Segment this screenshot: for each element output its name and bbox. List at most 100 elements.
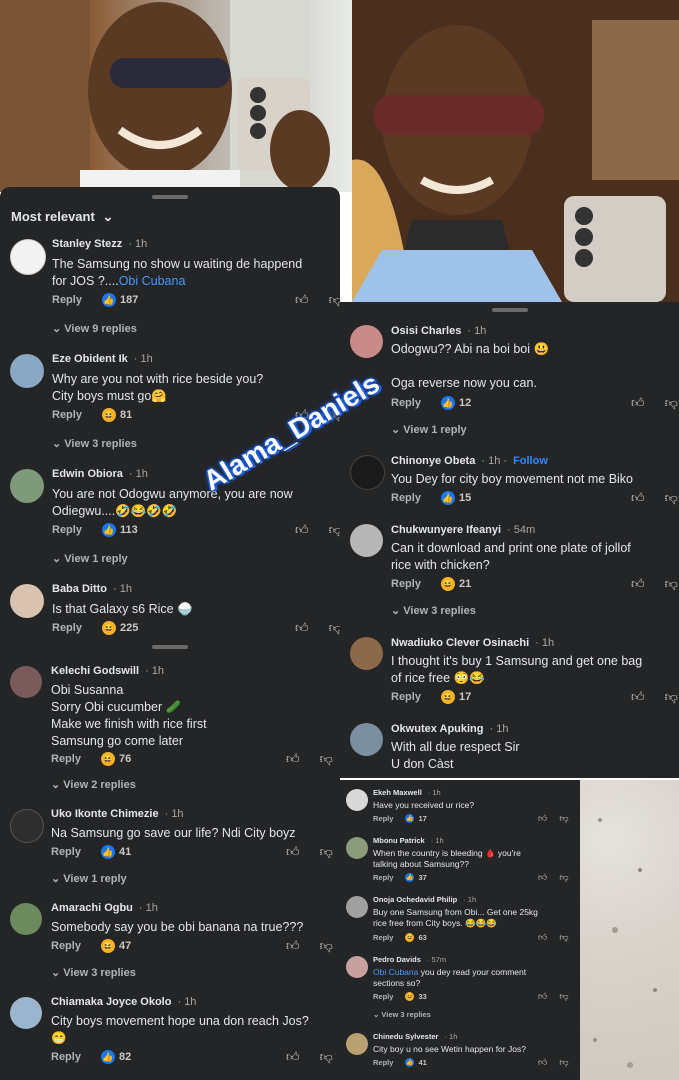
thumbs-down-icon[interactable]: 👎︎ (559, 991, 568, 1002)
reply-button[interactable]: Reply (51, 846, 81, 858)
thumbs-down-icon[interactable]: 👎︎ (320, 751, 333, 767)
avatar[interactable] (10, 666, 42, 698)
view-replies-link[interactable]: ⌄ View 3 replies (51, 966, 136, 979)
avatar[interactable] (10, 354, 44, 388)
thumbs-up-icon[interactable]: 👍︎ (538, 813, 547, 824)
thumbs-down-icon[interactable]: 👎︎ (665, 576, 678, 592)
thumbs-down-icon[interactable]: 👎︎ (665, 395, 678, 411)
thumbs-down-icon[interactable]: 👎︎ (329, 292, 340, 308)
thumbs-down-icon[interactable]: 👎︎ (559, 1057, 568, 1068)
comment-author[interactable]: Osisi Charles · 1h (391, 325, 486, 337)
avatar[interactable] (346, 896, 368, 918)
avatar[interactable] (10, 584, 44, 618)
comment-author[interactable]: Chinonye Obeta · 1h · Follow (391, 455, 548, 467)
thumbs-down-icon[interactable]: 👎︎ (665, 689, 678, 705)
reply-button[interactable]: Reply (373, 873, 393, 882)
avatar[interactable] (10, 997, 42, 1029)
reply-button[interactable]: Reply (391, 578, 421, 590)
reply-button[interactable]: Reply (52, 524, 82, 536)
thumbs-up-icon[interactable]: 👍︎ (295, 620, 309, 636)
avatar[interactable] (346, 956, 368, 978)
thumbs-up-icon[interactable]: 👍︎ (538, 932, 547, 943)
reply-button[interactable]: Reply (52, 294, 82, 306)
avatar[interactable] (10, 469, 44, 503)
comment-author[interactable]: Uko Ikonte Chimezie · 1h (51, 808, 184, 820)
drag-handle[interactable] (491, 308, 528, 312)
view-replies-link[interactable]: ⌄ View 1 reply (52, 552, 128, 565)
mention-link[interactable]: Obi Cubana (373, 967, 418, 977)
reply-button[interactable]: Reply (51, 940, 81, 952)
thumbs-down-icon[interactable]: 👎︎ (320, 1049, 333, 1065)
avatar[interactable] (346, 789, 368, 811)
thumbs-down-icon[interactable]: 👎︎ (559, 872, 568, 883)
thumbs-down-icon[interactable]: 👎︎ (320, 938, 333, 954)
comment-author[interactable]: Pedro Davids · 57m (373, 955, 446, 964)
reply-button[interactable]: Reply (391, 691, 421, 703)
thumbs-up-icon[interactable]: 👍︎ (295, 522, 309, 538)
view-replies-link[interactable]: ⌄ View 3 replies (52, 437, 137, 450)
drag-handle[interactable] (152, 645, 188, 649)
comment-author[interactable]: Ekeh Maxwell · 1h (373, 788, 441, 797)
reply-button[interactable]: Reply (373, 1058, 393, 1067)
reply-button[interactable]: Reply (373, 814, 393, 823)
avatar[interactable] (350, 524, 383, 557)
comment-author[interactable]: Chiamaka Joyce Okolo · 1h (51, 996, 196, 1008)
thumbs-up-icon[interactable]: 👍︎ (295, 292, 309, 308)
avatar[interactable] (346, 1033, 368, 1055)
reply-button[interactable]: Reply (52, 622, 82, 634)
reply-button[interactable]: Reply (391, 397, 421, 409)
comment-author[interactable]: Chukwunyere Ifeanyi · 54m (391, 524, 535, 536)
thumbs-up-icon[interactable]: 👍︎ (538, 872, 547, 883)
comment-author[interactable]: Kelechi Godswill · 1h (51, 665, 164, 677)
mention-link[interactable]: Obi Cubana (119, 274, 186, 288)
view-replies-link[interactable]: ⌄ View 3 replies (391, 604, 476, 617)
thumbs-up-icon[interactable]: 👍︎ (631, 576, 645, 592)
view-replies-link[interactable]: ⌄ View 9 replies (52, 322, 137, 335)
comment-author[interactable]: Baba Ditto · 1h (52, 583, 132, 595)
avatar[interactable] (350, 325, 383, 358)
avatar[interactable] (350, 637, 383, 670)
comment-author[interactable]: Onoja Ochedavid Philip · 1h (373, 895, 476, 904)
avatar[interactable] (346, 837, 368, 859)
comment-author[interactable]: Edwin Obiora · 1h (52, 468, 148, 480)
thumbs-up-icon[interactable]: 👍︎ (538, 1057, 547, 1068)
reply-button[interactable]: Reply (52, 409, 82, 421)
avatar[interactable] (10, 809, 44, 843)
thumbs-up-icon[interactable]: 👍︎ (286, 938, 300, 954)
view-replies-link[interactable]: ⌄ View 1 reply (51, 872, 127, 885)
avatar[interactable] (10, 903, 42, 935)
thumbs-up-icon[interactable]: 👍︎ (286, 1049, 300, 1065)
thumbs-up-icon[interactable]: 👍︎ (631, 689, 645, 705)
comment-author[interactable]: Eze Obident Ik · 1h (52, 353, 153, 365)
reply-button[interactable]: Reply (51, 1051, 81, 1063)
comment-author[interactable]: Stanley Stezz · 1h (52, 238, 147, 250)
sort-dropdown[interactable]: Most relevant ⌄ (11, 209, 113, 225)
comment-author[interactable]: Nwadiuko Clever Osinachi · 1h (391, 637, 554, 649)
avatar[interactable] (350, 455, 385, 490)
reply-button[interactable]: Reply (391, 492, 421, 504)
avatar[interactable] (10, 239, 46, 275)
reply-button[interactable]: Reply (51, 753, 81, 765)
thumbs-up-icon[interactable]: 👍︎ (631, 395, 645, 411)
thumbs-down-icon[interactable]: 👎︎ (665, 490, 678, 506)
reply-button[interactable]: Reply (373, 933, 393, 942)
thumbs-down-icon[interactable]: 👎︎ (559, 932, 568, 943)
view-replies-link[interactable]: ⌄ View 3 replies (373, 1010, 431, 1019)
thumbs-up-icon[interactable]: 👍︎ (631, 490, 645, 506)
thumbs-up-icon[interactable]: 👍︎ (286, 751, 300, 767)
thumbs-up-icon[interactable]: 👍︎ (286, 844, 300, 860)
comment-author[interactable]: Amarachi Ogbu · 1h (51, 902, 158, 914)
view-replies-link[interactable]: ⌄ View 2 replies (51, 778, 136, 791)
comment-author[interactable]: Okwutex Apuking · 1h (391, 723, 508, 735)
comment-author[interactable]: Chinedu Sylvester · 1h (373, 1032, 457, 1041)
thumbs-up-icon[interactable]: 👍︎ (538, 991, 547, 1002)
avatar[interactable] (350, 723, 383, 756)
reply-button[interactable]: Reply (373, 992, 393, 1001)
comment-author[interactable]: Mbonu Patrick · 1h (373, 836, 444, 845)
thumbs-down-icon[interactable]: 👎︎ (559, 813, 568, 824)
thumbs-down-icon[interactable]: 👎︎ (320, 844, 333, 860)
thumbs-down-icon[interactable]: 👎︎ (329, 620, 340, 636)
view-replies-link[interactable]: ⌄ View 1 reply (391, 423, 467, 436)
drag-handle[interactable] (152, 195, 188, 199)
thumbs-down-icon[interactable]: 👎︎ (329, 522, 340, 538)
